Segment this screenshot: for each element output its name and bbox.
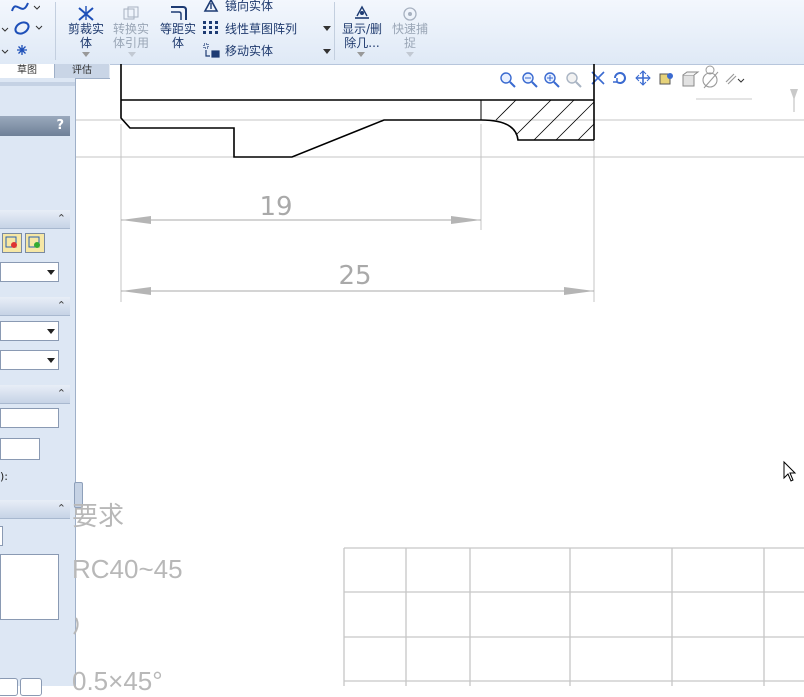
dropdown-arrow-icon[interactable] (357, 52, 365, 58)
view-triad-arrow (790, 89, 798, 100)
title-block-table (343, 547, 804, 686)
mirror-entities-icon[interactable] (203, 0, 219, 12)
linear-pattern-label[interactable]: 线性草图阵列 (225, 22, 297, 36)
selection-filter-icon (5, 236, 17, 248)
ellipse-icon[interactable] (0, 20, 44, 36)
convert-entities-icon (123, 6, 139, 20)
dimension-arrow (564, 287, 594, 295)
help-button[interactable]: ? (56, 118, 64, 133)
property-manager-header: ? (0, 116, 70, 136)
display-style-icon[interactable] (682, 71, 700, 87)
property-manager-panel: ? ⌃ ⌃ ⌃ ): ⌃ (0, 78, 83, 696)
note-partial-mark (72, 612, 82, 638)
list-box[interactable] (0, 554, 59, 620)
point-icon[interactable] (0, 42, 30, 58)
zoom-to-fit-icon[interactable] (500, 72, 516, 88)
panel-button[interactable] (0, 678, 18, 696)
dropdown-select[interactable] (0, 321, 59, 341)
dropdown-select[interactable] (0, 262, 59, 282)
hide-show-items-icon[interactable] (702, 65, 719, 89)
collapse-icon[interactable]: ⌃ (57, 387, 66, 400)
technical-requirements-title: 要求 (72, 501, 125, 531)
zoom-to-selection-icon (566, 72, 582, 88)
mirror-entities-label[interactable]: 镜向实体 (225, 0, 273, 13)
dimension-arrow (451, 216, 481, 224)
dimension-text[interactable]: 25 (338, 261, 371, 291)
zoom-area-icon[interactable] (522, 72, 538, 88)
rotate-view-icon[interactable] (613, 72, 626, 84)
spline-icon[interactable] (10, 0, 40, 14)
move-entities-label[interactable]: 移动实体 (225, 44, 273, 58)
dimension-arrow (121, 287, 151, 295)
collapse-icon[interactable]: ⌃ (57, 502, 66, 515)
zoom-in-out-icon[interactable] (544, 72, 560, 88)
text-field[interactable] (0, 438, 40, 460)
command-ribbon: 剪裁实 体 转换实 体引用 等距实 体 镜向实体 线性草图阵列 移动实体 显示/… (0, 0, 804, 65)
group-header[interactable]: ⌃ (0, 297, 70, 316)
note-hardness: RC40~45 (72, 554, 183, 584)
pan-view-icon[interactable] (635, 70, 651, 86)
mouse-cursor-icon (783, 460, 797, 482)
group-header[interactable]: ⌃ (0, 500, 70, 519)
dimension-25[interactable]: 25 (121, 261, 594, 295)
selection-filter-icon (28, 236, 40, 248)
offset-entities-icon[interactable] (169, 4, 189, 22)
trim-entities-label[interactable]: 剪裁实 体 (64, 22, 108, 50)
linear-pattern-icon[interactable] (203, 21, 219, 35)
show-delete-relations-icon[interactable] (352, 4, 372, 22)
note-chamfer: 0.5×45° (72, 666, 163, 696)
list-button[interactable] (0, 526, 3, 546)
dropdown-arrow-icon[interactable] (82, 52, 90, 58)
quick-snaps-icon (403, 7, 417, 21)
dropdown-select[interactable] (0, 350, 59, 370)
tab-sketch[interactable]: 草图 (0, 64, 55, 78)
dropdown-arrow-icon[interactable] (323, 49, 331, 55)
dropdown-arrow-icon (406, 52, 414, 57)
collapse-icon[interactable]: ⌃ (57, 212, 66, 225)
panel-button[interactable] (20, 678, 42, 696)
text-field[interactable] (0, 408, 59, 428)
appearance-icon[interactable] (725, 73, 745, 85)
convert-entities-label: 转换实 体引用 (112, 22, 149, 50)
offset-entities-label[interactable]: 等距实 体 (156, 22, 200, 50)
view-orientation-icon[interactable] (659, 73, 673, 85)
dimension-arrow (121, 216, 151, 224)
dropdown-arrow-icon[interactable] (323, 26, 331, 32)
show-delete-relations-label[interactable]: 显示/删 除几... (339, 22, 385, 50)
group-header[interactable]: ⌃ (0, 385, 70, 404)
note-fragment-icon (73, 617, 79, 635)
dropdown-arrow-icon (128, 52, 136, 57)
quick-snaps-label: 快速捕 捉 (391, 22, 428, 50)
trim-entities-icon[interactable] (76, 4, 96, 22)
dimension-text[interactable]: 19 (259, 192, 292, 222)
dimension-19[interactable]: 19 (121, 192, 481, 224)
graphics-area[interactable]: 19 25 (76, 64, 804, 686)
collapse-icon[interactable]: ⌃ (57, 299, 66, 312)
heads-up-view-toolbar (500, 65, 745, 89)
group-header[interactable]: ⌃ (0, 210, 70, 229)
field-label: ): (0, 470, 8, 483)
move-entities-icon[interactable] (203, 43, 221, 59)
